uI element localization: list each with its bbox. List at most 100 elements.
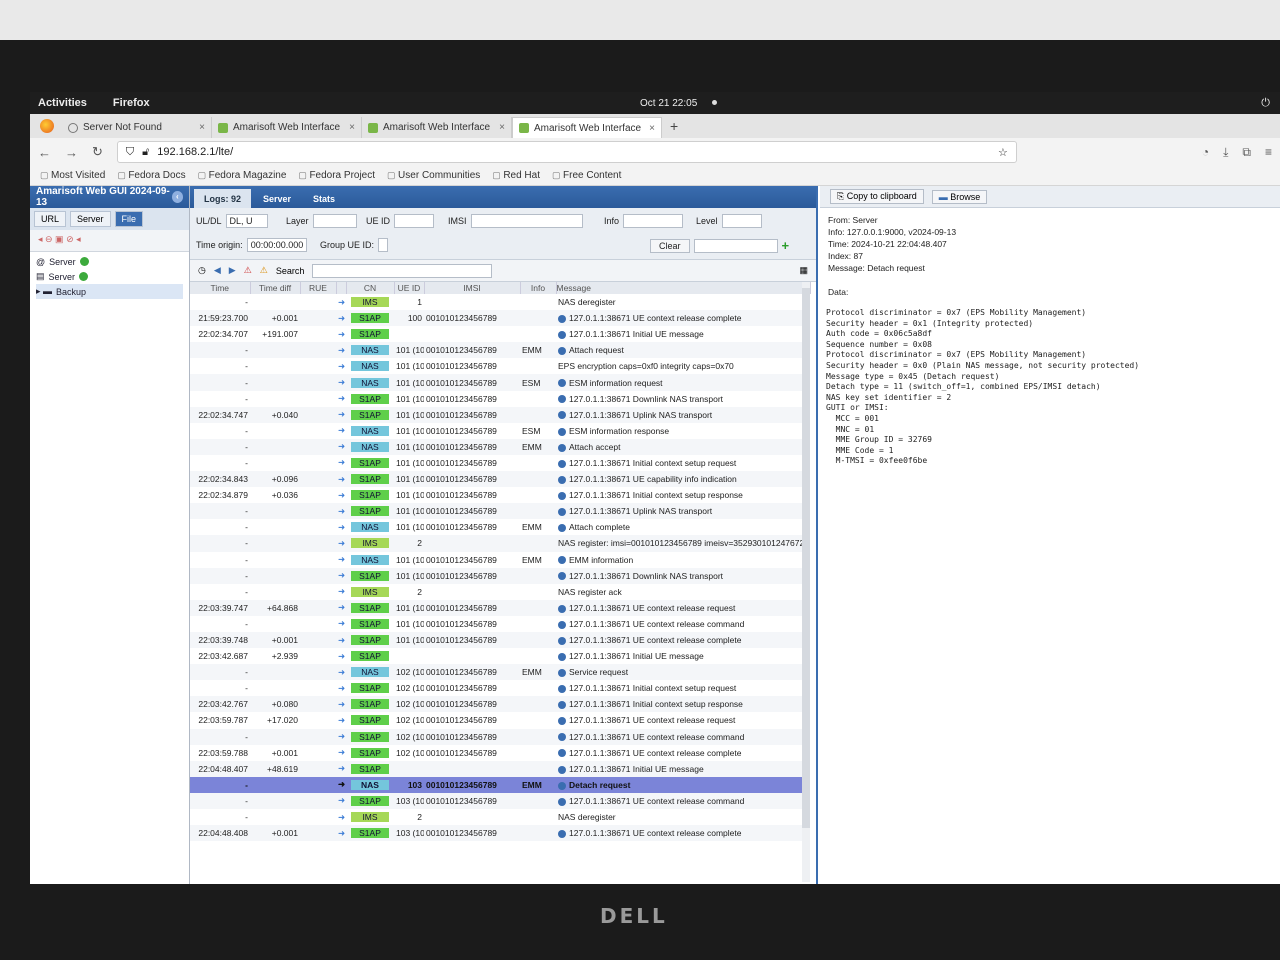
bookmark-item[interactable]: Fedora Project [298, 170, 375, 181]
toolbar-icons[interactable]: ◂ ⊖ ▣ ⊘ ◂ [38, 234, 81, 244]
bookmark-star-icon[interactable]: ☆ [998, 146, 1008, 159]
scrollbar-thumb[interactable] [802, 288, 810, 828]
column-header[interactable]: Message [556, 282, 811, 294]
uldl-select[interactable]: DL, U [225, 214, 268, 228]
table-row[interactable]: - ➜ IMS 2 NAS register: imsi=001010123456789… [190, 535, 810, 552]
column-header[interactable]: IMSI [424, 282, 521, 294]
downloads-icon[interactable]: ⤓ [1223, 145, 1228, 160]
back-icon[interactable]: ← [38, 145, 51, 160]
time-origin-input[interactable]: 00:00:00.000 [246, 238, 307, 252]
table-row[interactable]: - ➜ S1AP 101 (100)001010123456789 127.0.1.1:… [190, 567, 810, 584]
pocket-icon[interactable]: ◔ [1202, 145, 1209, 160]
table-row[interactable]: - ➜ NAS 101 (100)001010123456789 EMM EMM info… [190, 552, 810, 568]
tab-url[interactable]: URL [34, 211, 67, 227]
table-row[interactable]: 22:03:59.788 +0.001 ➜ S1AP 102 (100)00101012… [190, 745, 810, 761]
tab-stats[interactable]: Stats [303, 189, 345, 208]
column-header[interactable]: Info [520, 282, 557, 294]
close-tab-icon[interactable]: × [349, 122, 355, 133]
table-row[interactable]: -➜NAS101 (100)001010123456789ESMESM info… [190, 374, 810, 391]
ueid-select[interactable] [394, 214, 435, 228]
table-row[interactable]: 22:02:34.843+0.096 ➜ S1AP 101 (100)00101012… [190, 471, 810, 488]
menu-icon[interactable]: ≡ [1265, 145, 1272, 160]
table-row[interactable]: - ➜ S1AP 101 (100)001010123456789 127.0.1.1:… [190, 503, 810, 520]
refresh-icon[interactable]: ◷ [198, 265, 206, 276]
clear-button[interactable]: Clear [650, 238, 690, 253]
table-row[interactable]: - ➜ NAS 102 (100)001010123456789EMM Service … [190, 664, 810, 681]
browse-button[interactable]: ▬ Browse [931, 189, 988, 204]
prev-icon[interactable]: ◀ [214, 265, 221, 276]
table-row[interactable]: - ➜ S1AP 103 (100)001010123456789 127.0.1.1:… [190, 792, 810, 809]
tree-item-server[interactable]: ▤ Server [36, 269, 183, 284]
table-row[interactable]: 22:03:39.748+0.001 ➜ S1AP 101 (100)00101012… [190, 631, 810, 649]
table-row[interactable]: 22:02:34.879 +0.036 ➜ S1AP 101 (100)00101012… [190, 487, 810, 503]
tab-server[interactable]: Server [253, 189, 301, 208]
table-row[interactable]: - ➜ NAS 103 001010123456789 EMM Detach request [190, 776, 810, 793]
column-header[interactable]: RUE [300, 282, 337, 294]
next-icon[interactable]: ▶ [229, 265, 236, 276]
table-row[interactable]: 22:04:48.408+0.001 ➜ S1AP 103 (100)00101012… [190, 825, 810, 842]
clock[interactable]: Oct 21 22:05 [640, 98, 697, 109]
browser-tab-active[interactable]: Amarisoft Web Interface × [512, 117, 662, 138]
table-row[interactable]: - ➜ IMS 2 NAS register ack [190, 584, 810, 600]
bookmark-item[interactable]: Free Content [552, 170, 621, 181]
table-row[interactable]: - ➜ IMS 2 NAS deregister [190, 809, 810, 825]
tree-item-backup[interactable]: ▸ ▬ Backup [36, 284, 183, 299]
tab-file[interactable]: File [114, 211, 144, 227]
column-header[interactable]: Time diff [250, 282, 301, 294]
browser-tab[interactable]: Amarisoft Web Interface × [362, 117, 512, 138]
new-tab-icon[interactable]: + [662, 118, 686, 138]
error-filter-icon[interactable]: ⚠ [244, 265, 252, 276]
bookmark-item[interactable]: Most Visited [40, 170, 105, 181]
table-row[interactable]: - ➜ S1AP 101 (100)001010123456789 127.0.1.1:… [190, 616, 810, 632]
search-input[interactable] [312, 263, 493, 278]
close-tab-icon[interactable]: × [499, 122, 505, 133]
table-row[interactable]: 22:03:59.787 +17.020 ➜ S1AP 102 (100)0010101… [190, 712, 810, 728]
activities-button[interactable]: Activities [38, 97, 87, 109]
address-bar[interactable]: ⛉ 🔓︎ 192.168.2.1/lte/ ☆ [116, 141, 1017, 163]
table-row[interactable]: - ➜ IMS 1 NAS deregister [190, 294, 810, 310]
close-tab-icon[interactable]: × [199, 122, 205, 133]
browser-tab[interactable]: Amarisoft Web Interface × [212, 117, 362, 138]
clear-select[interactable] [693, 238, 778, 253]
table-row[interactable]: - ➜ S1AP 101 (100)001010123456789 127.0.1.1:… [190, 391, 810, 407]
tree-item-server[interactable]: @ Server [36, 254, 183, 269]
table-row[interactable]: 22:03:42.687 +2.939 ➜ S1AP 127.0.1.1:38671 I… [190, 648, 810, 664]
tab-server[interactable]: Server [70, 211, 111, 227]
table-row[interactable]: 21:59:23.700 +0.001 ➜ S1AP 100 00101012345678… [190, 310, 810, 327]
layer-select[interactable] [312, 214, 357, 228]
column-header-label[interactable]: UE ID [398, 283, 421, 293]
table-row[interactable]: - ➜ NAS 101 (100)001010123456789 EPS encrypt… [190, 358, 810, 374]
extensions-icon[interactable]: ⧉ [1242, 145, 1251, 160]
bookmark-item[interactable]: User Communities [387, 170, 480, 181]
table-row[interactable]: - ➜ S1AP 102 (100)001010123456789 127.0.1.1:… [190, 680, 810, 696]
close-tab-icon[interactable]: × [649, 123, 655, 134]
bookmark-item[interactable]: Fedora Docs [117, 170, 185, 181]
reload-icon[interactable]: ↻ [92, 144, 103, 160]
power-icon[interactable]: ⏻ [1261, 97, 1270, 110]
column-header[interactable]: CN [346, 282, 395, 294]
export-icon[interactable]: ▦ [799, 265, 808, 276]
add-icon[interactable]: + [782, 238, 790, 253]
imsi-select[interactable] [470, 214, 583, 228]
level-select[interactable] [721, 214, 762, 228]
warning-filter-icon[interactable]: ⚠ [260, 265, 268, 276]
table-row[interactable]: - ➜ NAS 101 (100)001010123456789EMM Attach a… [190, 438, 810, 455]
table-row[interactable]: 22:04:48.407 +48.619 ➜ S1AP 127.0.1.1:38671 … [190, 760, 810, 777]
table-row[interactable]: -➜NAS101 (100)001010123456789ESMESM info… [190, 423, 810, 439]
info-select[interactable] [623, 214, 684, 228]
group-ueid-checkbox[interactable] [378, 238, 389, 252]
table-row[interactable]: 22:02:34.707 +191.007 ➜ S1AP 127.0.1.1:38671… [190, 326, 810, 342]
collapse-icon[interactable]: ‹ [171, 191, 183, 203]
tab-logs[interactable]: Logs: 92 [194, 189, 252, 208]
table-row[interactable]: 22:02:34.747+0.040 ➜ S1AP 101 (100)00101012… [190, 406, 810, 423]
scrollbar[interactable] [802, 282, 810, 882]
table-row[interactable]: 22:03:42.767+0.080 ➜ S1AP 102 (100)00101012… [190, 696, 810, 713]
active-app-label[interactable]: Firefox [113, 97, 150, 109]
copy-to-clipboard-button[interactable]: ⎘ Copy to clipboard [830, 189, 924, 204]
table-row[interactable]: 22:03:39.747+64.868 ➜ S1AP 101 (100)0010101… [190, 599, 810, 616]
column-header[interactable]: Time [190, 282, 251, 294]
bookmark-item[interactable]: Red Hat [492, 170, 540, 181]
bookmark-item[interactable]: Fedora Magazine [198, 170, 287, 181]
forward-icon[interactable]: → [65, 145, 78, 160]
table-row[interactable]: - ➜ NAS 101 (100)001010123456789EMM Attach r… [190, 342, 810, 359]
